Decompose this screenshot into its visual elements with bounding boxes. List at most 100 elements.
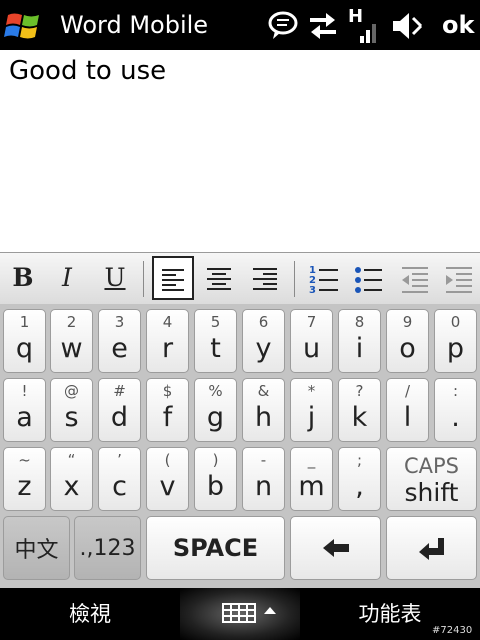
align-right-icon xyxy=(253,268,277,290)
signal-strength-icon[interactable]: H xyxy=(346,6,380,44)
key-primary: c xyxy=(112,471,127,502)
list-number: 3 xyxy=(309,285,316,296)
key-primary: r xyxy=(161,333,174,364)
key-t[interactable]: 5t xyxy=(194,309,237,373)
key-r[interactable]: 4r xyxy=(146,309,189,373)
key-d[interactable]: # d xyxy=(98,378,141,442)
key-secondary: @ xyxy=(64,382,79,400)
key-l[interactable]: / l xyxy=(386,378,429,442)
key-g[interactable]: % g xyxy=(194,378,237,442)
caps-shift-key[interactable]: CAPS shift xyxy=(386,447,477,511)
key-primary: q xyxy=(15,333,34,364)
key-secondary: ~ xyxy=(18,451,31,469)
key-primary: a xyxy=(16,402,33,433)
document-area[interactable]: Good to use xyxy=(0,50,480,252)
key-n[interactable]: -n xyxy=(242,447,285,511)
bulleted-list-button[interactable] xyxy=(346,256,388,300)
key-p[interactable]: 0p xyxy=(434,309,477,373)
title-bar: Word Mobile H ok xyxy=(0,0,480,50)
enter-key[interactable] xyxy=(386,516,477,580)
key-secondary: 3 xyxy=(114,313,125,331)
key-c[interactable]: ’ c xyxy=(98,447,141,511)
key-primary: d xyxy=(110,402,129,433)
bold-button[interactable]: B xyxy=(2,256,44,300)
caps-label: CAPS xyxy=(403,454,460,478)
key-primary: g xyxy=(206,402,225,433)
key-comma[interactable]: ;, xyxy=(338,447,381,511)
key-secondary: ! xyxy=(21,382,28,400)
align-right-button[interactable] xyxy=(244,256,286,300)
key-j[interactable]: * j xyxy=(290,378,333,442)
align-left-button[interactable] xyxy=(152,256,194,300)
align-left-icon xyxy=(162,269,184,291)
key-secondary: 4 xyxy=(162,313,173,331)
chinese-input-key[interactable]: 中文 xyxy=(3,516,70,580)
key-w[interactable]: 2w xyxy=(50,309,93,373)
key-m[interactable]: _ m xyxy=(290,447,333,511)
key-secondary: 8 xyxy=(354,313,365,331)
numbers-symbols-label: .,123 xyxy=(79,535,136,561)
numbers-symbols-key[interactable]: .,123 xyxy=(74,516,141,580)
key-primary: p xyxy=(446,333,465,364)
key-b[interactable]: ) b xyxy=(194,447,237,511)
key-primary: h xyxy=(254,402,273,433)
key-secondary: & xyxy=(257,382,270,400)
key-v[interactable]: (v xyxy=(146,447,189,511)
key-secondary: ) xyxy=(212,451,219,469)
key-primary: n xyxy=(254,471,273,502)
italic-button[interactable]: I xyxy=(46,256,88,300)
key-secondary: _ xyxy=(307,451,316,469)
increase-indent-button[interactable] xyxy=(438,256,480,300)
key-q[interactable]: 1q xyxy=(3,309,46,373)
key-secondary: $ xyxy=(162,382,173,400)
key-k[interactable]: ? k xyxy=(338,378,381,442)
ok-button[interactable]: ok xyxy=(442,10,474,40)
document-text[interactable]: Good to use xyxy=(9,55,166,87)
key-primary: e xyxy=(111,333,128,364)
decrease-indent-button[interactable] xyxy=(394,256,436,300)
input-panel-button[interactable] xyxy=(180,588,300,640)
key-x[interactable]: “x xyxy=(50,447,93,511)
key-primary: f xyxy=(162,402,173,433)
toolbar-divider xyxy=(143,261,144,297)
key-s[interactable]: @ s xyxy=(50,378,93,442)
app-title: Word Mobile xyxy=(60,11,209,39)
watermark: #72430 xyxy=(432,625,473,636)
key-secondary: ; xyxy=(356,451,363,469)
key-primary: y xyxy=(255,333,272,364)
key-primary: s xyxy=(64,402,79,433)
key-period[interactable]: :. xyxy=(434,378,477,442)
key-z[interactable]: ~ z xyxy=(3,447,46,511)
message-notification-icon[interactable] xyxy=(265,8,301,44)
key-u[interactable]: 7u xyxy=(290,309,333,373)
key-f[interactable]: $ f xyxy=(146,378,189,442)
key-primary: m xyxy=(298,471,325,502)
numbered-list-icon: 1 2 3 xyxy=(309,265,338,296)
backspace-key[interactable] xyxy=(290,516,381,580)
key-primary: z xyxy=(17,471,32,502)
key-h[interactable]: & h xyxy=(242,378,285,442)
key-i[interactable]: 8i xyxy=(338,309,381,373)
key-y[interactable]: 6y xyxy=(242,309,285,373)
key-primary: i xyxy=(355,333,364,364)
bulleted-list-icon xyxy=(355,267,382,293)
key-e[interactable]: 3e xyxy=(98,309,141,373)
numbered-list-button[interactable]: 1 2 3 xyxy=(302,256,344,300)
data-connection-icon[interactable] xyxy=(306,8,340,44)
windows-start-icon[interactable] xyxy=(4,9,44,43)
left-softkey-view[interactable]: 檢視 xyxy=(0,588,180,640)
key-secondary: 6 xyxy=(258,313,269,331)
key-a[interactable]: ! a xyxy=(3,378,46,442)
key-secondary: 5 xyxy=(210,313,221,331)
key-secondary: % xyxy=(208,382,223,400)
key-o[interactable]: 9o xyxy=(386,309,429,373)
key-secondary: ( xyxy=(164,451,171,469)
softkey-bar: 檢視 功能表 xyxy=(0,588,480,640)
key-primary: l xyxy=(403,402,412,433)
align-center-button[interactable] xyxy=(198,256,240,300)
key-secondary: 7 xyxy=(306,313,317,331)
increase-indent-icon xyxy=(446,267,472,293)
space-key[interactable]: SPACE xyxy=(146,516,285,580)
underline-button[interactable]: U xyxy=(94,256,136,300)
speaker-muted-icon[interactable] xyxy=(390,8,424,44)
